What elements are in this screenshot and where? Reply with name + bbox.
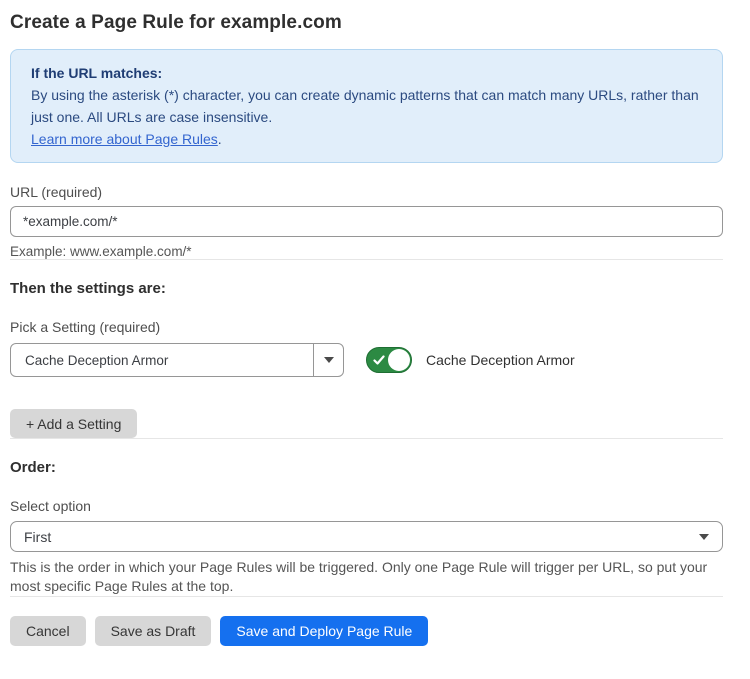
info-box-link-line: Learn more about Page Rules. — [31, 128, 702, 150]
order-select-value: First — [24, 529, 51, 545]
setting-row: Cache Deception Armor Cache Deception Ar… — [10, 343, 723, 377]
footer-actions: Cancel Save as Draft Save and Deploy Pag… — [10, 616, 723, 646]
setting-select-arrow-button[interactable] — [313, 344, 343, 376]
divider — [10, 596, 723, 597]
url-example-helper: Example: www.example.com/* — [10, 244, 723, 259]
order-select-label: Select option — [10, 498, 723, 514]
info-box-body: By using the asterisk (*) character, you… — [31, 84, 702, 128]
add-setting-button[interactable]: + Add a Setting — [10, 409, 137, 438]
save-and-deploy-button[interactable]: Save and Deploy Page Rule — [220, 616, 428, 646]
info-box-heading: If the URL matches: — [31, 62, 702, 84]
setting-toggle-label: Cache Deception Armor — [426, 352, 575, 368]
save-as-draft-button[interactable]: Save as Draft — [95, 616, 212, 646]
link-suffix: . — [218, 131, 222, 147]
divider — [10, 259, 723, 260]
url-field-label: URL (required) — [10, 184, 723, 200]
create-page-rule-panel: Create a Page Rule for example.com If th… — [10, 0, 723, 646]
chevron-down-icon — [699, 534, 709, 540]
url-field-section: URL (required) Example: www.example.com/… — [10, 184, 723, 259]
page-title: Create a Page Rule for example.com — [10, 12, 723, 34]
setting-toggle[interactable] — [366, 347, 412, 373]
order-section: Order: Select option First This is the o… — [10, 459, 723, 596]
url-input[interactable] — [10, 206, 723, 237]
order-section-heading: Order: — [10, 459, 723, 476]
setting-select-value: Cache Deception Armor — [11, 344, 313, 376]
settings-section: Then the settings are: Pick a Setting (r… — [10, 280, 723, 438]
order-select[interactable]: First — [10, 521, 723, 552]
pick-setting-label: Pick a Setting (required) — [10, 319, 723, 335]
order-helper-text: This is the order in which your Page Rul… — [10, 558, 723, 596]
divider — [10, 438, 723, 439]
learn-more-link[interactable]: Learn more about Page Rules — [31, 131, 218, 147]
url-match-info-box: If the URL matches: By using the asteris… — [10, 49, 723, 163]
setting-select[interactable]: Cache Deception Armor — [10, 343, 344, 377]
cancel-button[interactable]: Cancel — [10, 616, 86, 646]
chevron-down-icon — [324, 357, 334, 363]
check-icon — [372, 353, 386, 367]
toggle-knob — [388, 349, 410, 371]
settings-section-heading: Then the settings are: — [10, 280, 723, 297]
